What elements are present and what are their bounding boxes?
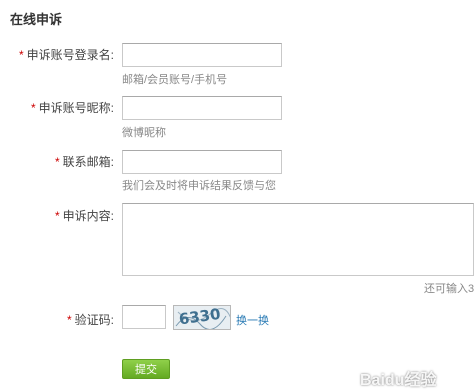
required-mark: *	[66, 313, 72, 327]
char-counter: 还可输入30	[424, 283, 474, 295]
email-input[interactable]	[122, 150, 282, 174]
required-mark: *	[54, 209, 60, 223]
captcha-input[interactable]	[122, 305, 166, 329]
login-name-label: * 申诉账号登录名:	[0, 46, 114, 63]
watermark: Baidu经验	[360, 372, 437, 389]
required-mark: *	[30, 101, 36, 115]
content-textarea[interactable]	[122, 203, 474, 276]
nickname-input[interactable]	[122, 96, 282, 120]
page-title: 在线申诉	[10, 12, 63, 27]
captcha-label-text: 验证码:	[74, 313, 114, 327]
email-label-text: 联系邮箱:	[62, 155, 114, 169]
refresh-captcha-link[interactable]: 换一换	[236, 312, 269, 328]
required-mark: *	[18, 48, 24, 62]
captcha-image[interactable]: 6330	[173, 305, 231, 330]
content-label-text: 申诉内容:	[62, 209, 114, 223]
captcha-label: * 验证码:	[0, 311, 114, 328]
login-name-input[interactable]	[122, 43, 282, 67]
login-name-hint: 邮箱/会员账号/手机号	[122, 74, 228, 86]
nickname-label: * 申诉账号昵称:	[0, 99, 114, 116]
email-hint: 我们会及时将申诉结果反馈与您	[122, 180, 276, 192]
email-label: * 联系邮箱:	[0, 153, 114, 170]
required-mark: *	[54, 155, 60, 169]
submit-button[interactable]: 提交	[122, 359, 170, 379]
nickname-label-text: 申诉账号昵称:	[38, 101, 114, 115]
content-label: * 申诉内容:	[0, 207, 114, 224]
nickname-hint: 微博昵称	[122, 127, 166, 139]
login-name-label-text: 申诉账号登录名:	[26, 48, 114, 62]
captcha-graphic: 6330	[174, 306, 230, 329]
